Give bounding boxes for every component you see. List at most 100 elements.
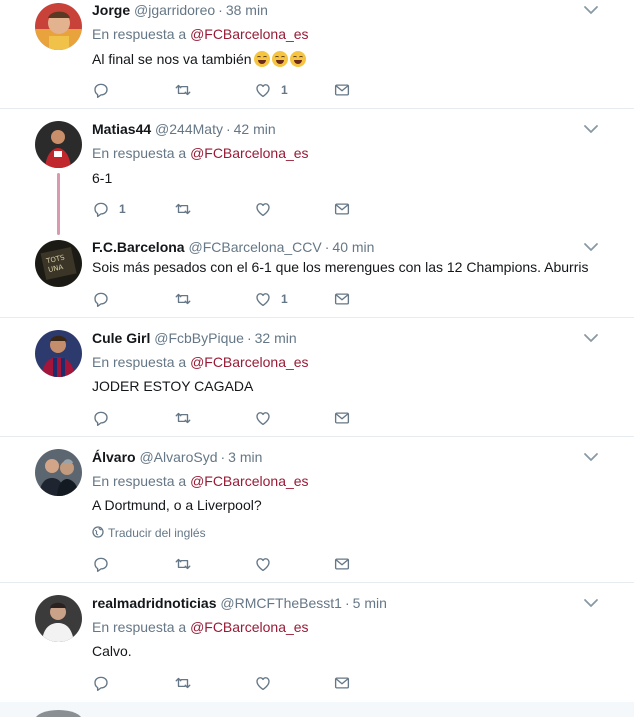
timestamp[interactable]: 40 min bbox=[332, 239, 374, 255]
tweet-header: Álvaro @AlvaroSyd · 3 min bbox=[92, 448, 262, 466]
reply-prefix: En respuesta a bbox=[92, 619, 191, 635]
like-button[interactable] bbox=[254, 673, 281, 693]
tweet[interactable]: Álvaro @AlvaroSyd · 3 min En respuesta a @… bbox=[0, 437, 634, 582]
chevron-down-icon[interactable] bbox=[583, 123, 599, 135]
tweet[interactable]: TOTS UNA F.C.Barcelona @FCBarcelona_CCV · 4… bbox=[0, 228, 634, 317]
reply-icon bbox=[92, 290, 110, 308]
chevron-down-icon[interactable] bbox=[583, 451, 599, 463]
reply-button[interactable] bbox=[92, 554, 119, 574]
tweet-text: 6-1 bbox=[92, 170, 113, 186]
timestamp[interactable]: 3 min bbox=[228, 449, 262, 465]
mention-link[interactable]: @FCBarcelona_es bbox=[190, 619, 309, 635]
like-button[interactable]: 1 bbox=[254, 289, 288, 309]
tweet-text: Calvo. bbox=[92, 643, 132, 659]
reply-button[interactable] bbox=[92, 673, 119, 693]
chevron-down-icon[interactable] bbox=[583, 4, 599, 16]
envelope-icon bbox=[333, 409, 351, 427]
timestamp[interactable]: 42 min bbox=[234, 121, 276, 137]
avatar[interactable]: TOTS UNA bbox=[35, 240, 82, 287]
chevron-down-icon[interactable] bbox=[583, 597, 599, 609]
direct-message-button[interactable] bbox=[333, 554, 351, 574]
retweet-button[interactable] bbox=[174, 408, 201, 428]
translate-link[interactable]: Traducir del inglés bbox=[92, 525, 206, 541]
tweet[interactable]: realmadridnoticias @RMCFTheBesst1 · 5 min … bbox=[0, 583, 634, 701]
reply-icon bbox=[92, 200, 110, 218]
user-name[interactable]: Matias44 bbox=[92, 121, 151, 137]
user-handle[interactable]: @FcbByPique bbox=[154, 330, 244, 346]
envelope-icon bbox=[333, 555, 351, 573]
timestamp[interactable]: 5 min bbox=[353, 595, 387, 611]
mention-link[interactable]: @FCBarcelona_es bbox=[190, 145, 309, 161]
tweet[interactable]: Cule Girl @FcbByPique · 32 min En respuest… bbox=[0, 318, 634, 436]
separator-dot: · bbox=[344, 595, 350, 611]
like-button[interactable] bbox=[254, 408, 281, 428]
separator-dot: · bbox=[324, 239, 330, 255]
direct-message-button[interactable] bbox=[333, 199, 351, 219]
avatar[interactable] bbox=[35, 3, 82, 50]
direct-message-button[interactable] bbox=[333, 673, 351, 693]
tweet-header: Matias44 @244Maty · 42 min bbox=[92, 120, 276, 138]
reply-context: En respuesta a @FCBarcelona_es bbox=[92, 353, 309, 371]
user-handle[interactable]: @RMCFTheBesst1 bbox=[220, 595, 342, 611]
user-name[interactable]: Álvaro bbox=[92, 449, 136, 465]
reply-context: En respuesta a @FCBarcelona_es bbox=[92, 25, 309, 43]
reply-prefix: En respuesta a bbox=[92, 354, 191, 370]
retweet-icon bbox=[174, 81, 192, 99]
reply-icon bbox=[92, 555, 110, 573]
direct-message-button[interactable] bbox=[333, 408, 351, 428]
tweet[interactable]: Jorge @jgarridoreo · 38 min En respuesta a… bbox=[0, 0, 634, 108]
reply-context: En respuesta a @FCBarcelona_es bbox=[92, 472, 309, 490]
direct-message-button[interactable] bbox=[333, 289, 351, 309]
mention-link[interactable]: @FCBarcelona_es bbox=[190, 354, 309, 370]
reply-icon bbox=[92, 674, 110, 692]
like-button[interactable]: 1 bbox=[254, 80, 288, 100]
avatar[interactable] bbox=[35, 330, 82, 377]
user-handle[interactable]: @244Maty bbox=[155, 121, 223, 137]
heart-icon bbox=[254, 674, 272, 692]
user-name[interactable]: Jorge bbox=[92, 2, 130, 18]
chevron-down-icon[interactable] bbox=[583, 332, 599, 344]
user-name[interactable]: F.C.Barcelona bbox=[92, 239, 185, 255]
tears-of-joy-emoji-icon bbox=[289, 51, 306, 67]
user-handle[interactable]: @jgarridoreo bbox=[134, 2, 215, 18]
like-count: 1 bbox=[281, 83, 288, 97]
like-button[interactable] bbox=[254, 199, 281, 219]
retweet-button[interactable] bbox=[174, 80, 201, 100]
heart-icon bbox=[254, 555, 272, 573]
avatar[interactable] bbox=[35, 449, 82, 496]
reply-button[interactable] bbox=[92, 80, 119, 100]
retweet-icon bbox=[174, 200, 192, 218]
tweet[interactable]: Matias44 @244Maty · 42 min En respuesta a … bbox=[0, 109, 634, 227]
tweet-text: A Dortmund, o a Liverpool? bbox=[92, 497, 262, 513]
avatar[interactable] bbox=[35, 121, 82, 168]
retweet-icon bbox=[174, 555, 192, 573]
retweet-button[interactable] bbox=[174, 554, 201, 574]
avatar[interactable] bbox=[35, 595, 82, 642]
heart-icon bbox=[254, 409, 272, 427]
direct-message-button[interactable] bbox=[333, 80, 351, 100]
user-handle[interactable]: @FCBarcelona_CCV bbox=[188, 239, 321, 255]
tweet-text: JODER ESTOY CAGADA bbox=[92, 378, 254, 394]
user-handle[interactable]: @AlvaroSyd bbox=[139, 449, 217, 465]
mention-link[interactable]: @FCBarcelona_es bbox=[190, 26, 309, 42]
tears-of-joy-emoji-icon bbox=[271, 51, 288, 67]
retweet-button[interactable] bbox=[174, 199, 201, 219]
chevron-down-icon[interactable] bbox=[583, 241, 599, 253]
reply-prefix: En respuesta a bbox=[92, 145, 191, 161]
reply-button[interactable]: 1 bbox=[92, 199, 126, 219]
mention-link[interactable]: @FCBarcelona_es bbox=[190, 473, 309, 489]
retweet-button[interactable] bbox=[174, 673, 201, 693]
reply-prefix: En respuesta a bbox=[92, 473, 191, 489]
like-button[interactable] bbox=[254, 554, 281, 574]
user-name[interactable]: Cule Girl bbox=[92, 330, 150, 346]
retweet-button[interactable] bbox=[174, 289, 201, 309]
reply-button[interactable] bbox=[92, 289, 119, 309]
reply-button[interactable] bbox=[92, 408, 119, 428]
user-name[interactable]: realmadridnoticias bbox=[92, 595, 217, 611]
timestamp[interactable]: 32 min bbox=[255, 330, 297, 346]
heart-icon bbox=[254, 81, 272, 99]
reply-icon bbox=[92, 409, 110, 427]
envelope-icon bbox=[333, 81, 351, 99]
translate-label: Traducir del inglés bbox=[108, 526, 206, 540]
timestamp[interactable]: 38 min bbox=[226, 2, 268, 18]
